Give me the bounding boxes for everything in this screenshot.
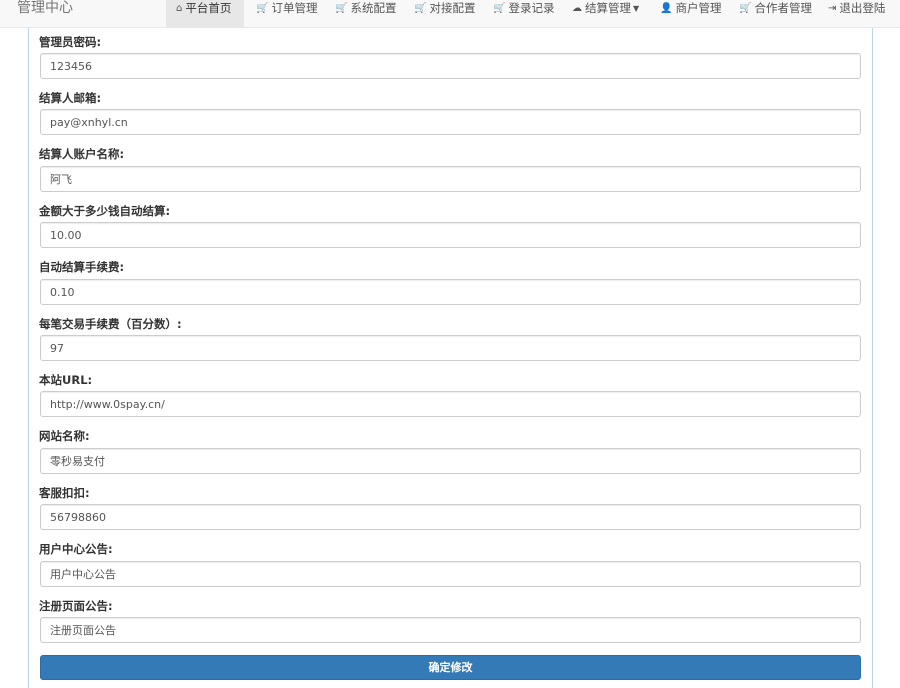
settler-email-label: 结算人邮箱: bbox=[39, 91, 102, 105]
user-center-notice-input[interactable] bbox=[40, 561, 861, 587]
transaction-fee-percent-input[interactable] bbox=[40, 335, 861, 361]
nav-item-label: 退出登陆 bbox=[839, 1, 886, 15]
brand-title[interactable]: 管理中心 bbox=[17, 0, 73, 17]
nav-item-label: 合作者管理 bbox=[754, 1, 812, 15]
cart-icon: 🛒 bbox=[256, 3, 269, 14]
home-icon: ⌂ bbox=[176, 3, 183, 14]
top-navbar: 管理中心 ⌂ 平台首页 🛒 订单管理 🛒 系统配置 🛒 对接配置 🛒 登录记录 … bbox=[0, 0, 900, 28]
user-center-notice-label: 用户中心公告: bbox=[39, 542, 113, 556]
auto-settle-fee-input[interactable] bbox=[40, 279, 861, 305]
support-qq-input[interactable] bbox=[40, 504, 861, 530]
nav-item-label: 对接配置 bbox=[429, 1, 476, 15]
site-name-label: 网站名称: bbox=[39, 429, 90, 443]
settler-account-name-label: 结算人账户名称: bbox=[39, 147, 125, 161]
nav-item-label: 订单管理 bbox=[271, 1, 318, 15]
nav-item-integration-config[interactable]: 🛒 对接配置 bbox=[414, 0, 475, 28]
nav-item-home[interactable]: ⌂ 平台首页 bbox=[166, 0, 244, 28]
user-icon: 👤 bbox=[660, 3, 673, 14]
auto-settle-threshold-input[interactable] bbox=[40, 222, 861, 248]
cart-icon: 🛒 bbox=[414, 3, 427, 14]
nav-item-label: 商户管理 bbox=[675, 1, 722, 15]
auto-settle-fee-label: 自动结算手续费: bbox=[39, 260, 125, 274]
nav-item-partners[interactable]: 🛒 合作者管理 bbox=[739, 0, 812, 28]
nav-item-label: 系统配置 bbox=[350, 1, 397, 15]
cart-icon: 🛒 bbox=[335, 3, 348, 14]
register-notice-label: 注册页面公告: bbox=[39, 599, 113, 613]
transaction-fee-percent-label: 每笔交易手续费（百分数）: bbox=[39, 317, 182, 331]
nav-item-label: 登录记录 bbox=[508, 1, 555, 15]
settler-email-input[interactable] bbox=[40, 109, 861, 135]
logout-icon: ⇥ bbox=[828, 3, 837, 14]
cart-icon: 🛒 bbox=[493, 3, 506, 14]
nav-item-logout[interactable]: ⇥ 退出登陆 bbox=[828, 0, 885, 28]
nav-item-label: 结算管理 bbox=[585, 1, 631, 15]
cloud-icon: ☁ bbox=[572, 3, 582, 14]
support-qq-label: 客服扣扣: bbox=[39, 486, 90, 500]
nav-item-merchants[interactable]: 👤 商户管理 bbox=[660, 0, 721, 28]
admin-password-input[interactable] bbox=[40, 53, 861, 79]
nav-item-label: 平台首页 bbox=[185, 1, 232, 15]
settler-account-name-input[interactable] bbox=[40, 166, 861, 192]
admin-password-label: 管理员密码: bbox=[39, 35, 102, 49]
caret-down-icon: ▼ bbox=[633, 4, 640, 13]
register-notice-input[interactable] bbox=[40, 617, 861, 643]
site-name-input[interactable] bbox=[40, 448, 861, 474]
nav-item-settlement-dropdown[interactable]: ☁ 结算管理 ▼ bbox=[572, 0, 639, 28]
auto-settle-threshold-label: 金额大于多少钱自动结算: bbox=[39, 204, 171, 218]
confirm-submit-button[interactable]: 确定修改 bbox=[40, 655, 861, 680]
nav-item-login-records[interactable]: 🛒 登录记录 bbox=[493, 0, 554, 28]
site-url-label: 本站URL: bbox=[39, 373, 93, 387]
nav-item-orders[interactable]: 🛒 订单管理 bbox=[256, 0, 317, 28]
nav-item-system-config[interactable]: 🛒 系统配置 bbox=[335, 0, 396, 28]
cart-icon: 🛒 bbox=[739, 3, 752, 14]
site-url-input[interactable] bbox=[40, 391, 861, 417]
